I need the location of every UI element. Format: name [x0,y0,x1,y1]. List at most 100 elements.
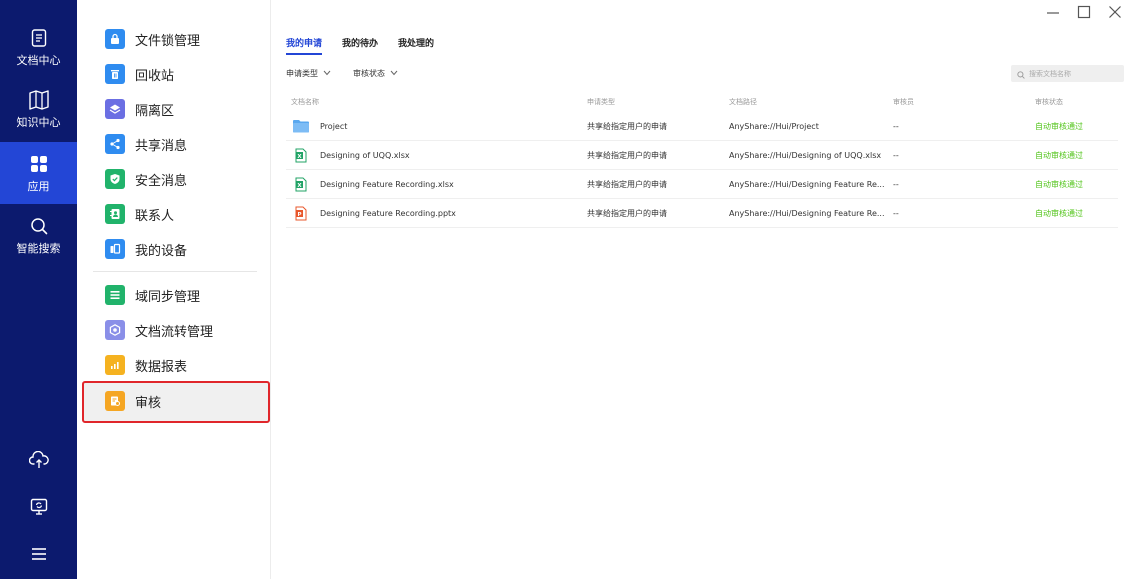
menu-icon [30,546,48,566]
chart-icon [105,355,125,375]
tab-bar: 我的申请 我的待办 我处理的 [286,36,434,55]
app-item-domain-sync[interactable]: 域同步管理 [105,280,265,310]
app-item-label: 联系人 [135,208,175,224]
chevron-down-icon [390,69,398,78]
app-list-panel: 文件锁管理 回收站 隔离区 共享消息 安全消息 联系人 我的设备 域同步管理 文… [77,0,271,579]
cell-path: AnyShare://Hui/Project [729,121,819,131]
cell-status: 自动审核通过 [1035,121,1083,131]
cell-status: 自动审核通过 [1035,179,1083,189]
table-row[interactable]: Project 共享给指定用户的申请 AnyShare://Hui/Projec… [286,112,1118,141]
maximize-button[interactable] [1075,4,1093,22]
column-header-reviewer: 审核员 [893,98,914,106]
chevron-down-icon [323,69,331,78]
cell-path: AnyShare://Hui/Designing Feature Re... [729,179,885,189]
share-icon [105,134,125,154]
column-header-path: 文档路径 [729,98,757,106]
cloud-upload-button[interactable] [0,448,77,476]
app-item-label: 隔离区 [135,103,175,119]
file-name: Designing Feature Recording.pptx [320,208,456,218]
app-item-document-flow[interactable]: 文档流转管理 [105,315,265,345]
column-header-type: 申请类型 [587,98,615,106]
tab-my-requests[interactable]: 我的申请 [286,36,323,55]
file-name: Designing of UQQ.xlsx [320,150,410,160]
layers-icon [105,99,125,119]
cloud-upload-icon [28,450,49,473]
device-icon [105,239,125,259]
cell-name: P Designing Feature Recording.pptx [286,205,587,221]
folder-icon [291,118,311,134]
table-row[interactable]: X Designing of UQQ.xlsx 共享给指定用户的申请 AnySh… [286,141,1118,170]
tab-my-todo[interactable]: 我的待办 [342,36,378,55]
filter-label: 申请类型 [286,69,318,78]
file-name: Designing Feature Recording.xlsx [320,179,454,189]
app-item-my-devices[interactable]: 我的设备 [105,234,265,264]
rail-item-label: 应用 [27,179,50,193]
app-item-label: 回收站 [135,68,175,84]
requests-table: 文档名称 申请类型 文档路径 审核员 审核状态 Project 共享给指定用户的… [286,92,1118,228]
excel-icon: X [291,147,311,163]
contact-icon [105,204,125,224]
cell-status: 自动审核通过 [1035,150,1083,160]
cell-type: 共享给指定用户的申请 [587,150,667,160]
monitor-sync-icon [30,498,48,520]
excel-icon: X [291,176,311,192]
cell-name: Project [286,118,587,134]
app-item-label: 审核 [135,395,162,411]
cell-reviewer: -- [893,121,899,131]
shield-icon [105,169,125,189]
cell-path: AnyShare://Hui/Designing Feature Re... [729,208,885,218]
close-icon [1108,4,1122,23]
apps-grid-icon [28,153,50,175]
app-item-label: 文件锁管理 [135,33,201,49]
app-item-label: 共享消息 [135,138,188,154]
cell-name: X Designing Feature Recording.xlsx [286,176,587,192]
rail-item-smart-search[interactable]: 智能搜索 [0,204,77,266]
search-icon [1017,64,1025,83]
rail-item-document-center[interactable]: 文档中心 [0,16,77,78]
rail-item-knowledge-center[interactable]: 知识中心 [0,78,77,140]
ppt-icon: P [291,205,311,221]
column-header-name: 文档名称 [291,98,319,106]
table-header: 文档名称 申请类型 文档路径 审核员 审核状态 [286,92,1118,112]
column-header-status: 审核状态 [1035,98,1063,106]
filter-label: 审核状态 [353,69,385,78]
app-item-share-messages[interactable]: 共享消息 [105,129,265,159]
app-item-label: 数据报表 [135,359,188,375]
maximize-icon [1077,4,1091,23]
close-button[interactable] [1106,4,1124,22]
app-item-audit[interactable]: 审核 [105,386,265,416]
app-item-file-lock[interactable]: 文件锁管理 [105,24,265,54]
audit-status-filter[interactable]: 审核状态 [353,68,398,79]
app-item-contacts[interactable]: 联系人 [105,199,265,229]
cell-type: 共享给指定用户的申请 [587,179,667,189]
tab-processed-by-me[interactable]: 我处理的 [398,36,434,55]
app-item-data-reports[interactable]: 数据报表 [105,350,265,380]
search-input[interactable] [1029,69,1119,78]
app-item-recycle-bin[interactable]: 回收站 [105,59,265,89]
lock-icon [105,29,125,49]
app-item-security-messages[interactable]: 安全消息 [105,164,265,194]
audit-icon [105,391,125,411]
search-icon [28,215,50,237]
search-box[interactable] [1011,65,1124,82]
filter-bar: 申请类型 审核状态 [286,68,398,79]
cell-type: 共享给指定用户的申请 [587,208,667,218]
request-type-filter[interactable]: 申请类型 [286,68,331,79]
cell-path: AnyShare://Hui/Designing of UQQ.xlsx [729,150,882,160]
flow-icon [105,320,125,340]
map-book-icon [28,89,50,111]
table-row[interactable]: X Designing Feature Recording.xlsx 共享给指定… [286,170,1118,199]
app-item-quarantine[interactable]: 隔离区 [105,94,265,124]
menu-button[interactable] [0,542,77,570]
app-list-divider [93,271,257,272]
cell-type: 共享给指定用户的申请 [587,121,667,131]
device-sync-button[interactable] [0,495,77,523]
app-item-label: 安全消息 [135,173,188,189]
app-item-label: 我的设备 [135,243,188,259]
navigation-rail: 文档中心 知识中心 应用 智能搜索 [0,0,77,579]
minimize-button[interactable] [1044,4,1062,22]
rail-item-label: 文档中心 [16,53,61,67]
document-icon [28,27,50,49]
rail-item-apps[interactable]: 应用 [0,142,77,204]
table-row[interactable]: P Designing Feature Recording.pptx 共享给指定… [286,199,1118,228]
